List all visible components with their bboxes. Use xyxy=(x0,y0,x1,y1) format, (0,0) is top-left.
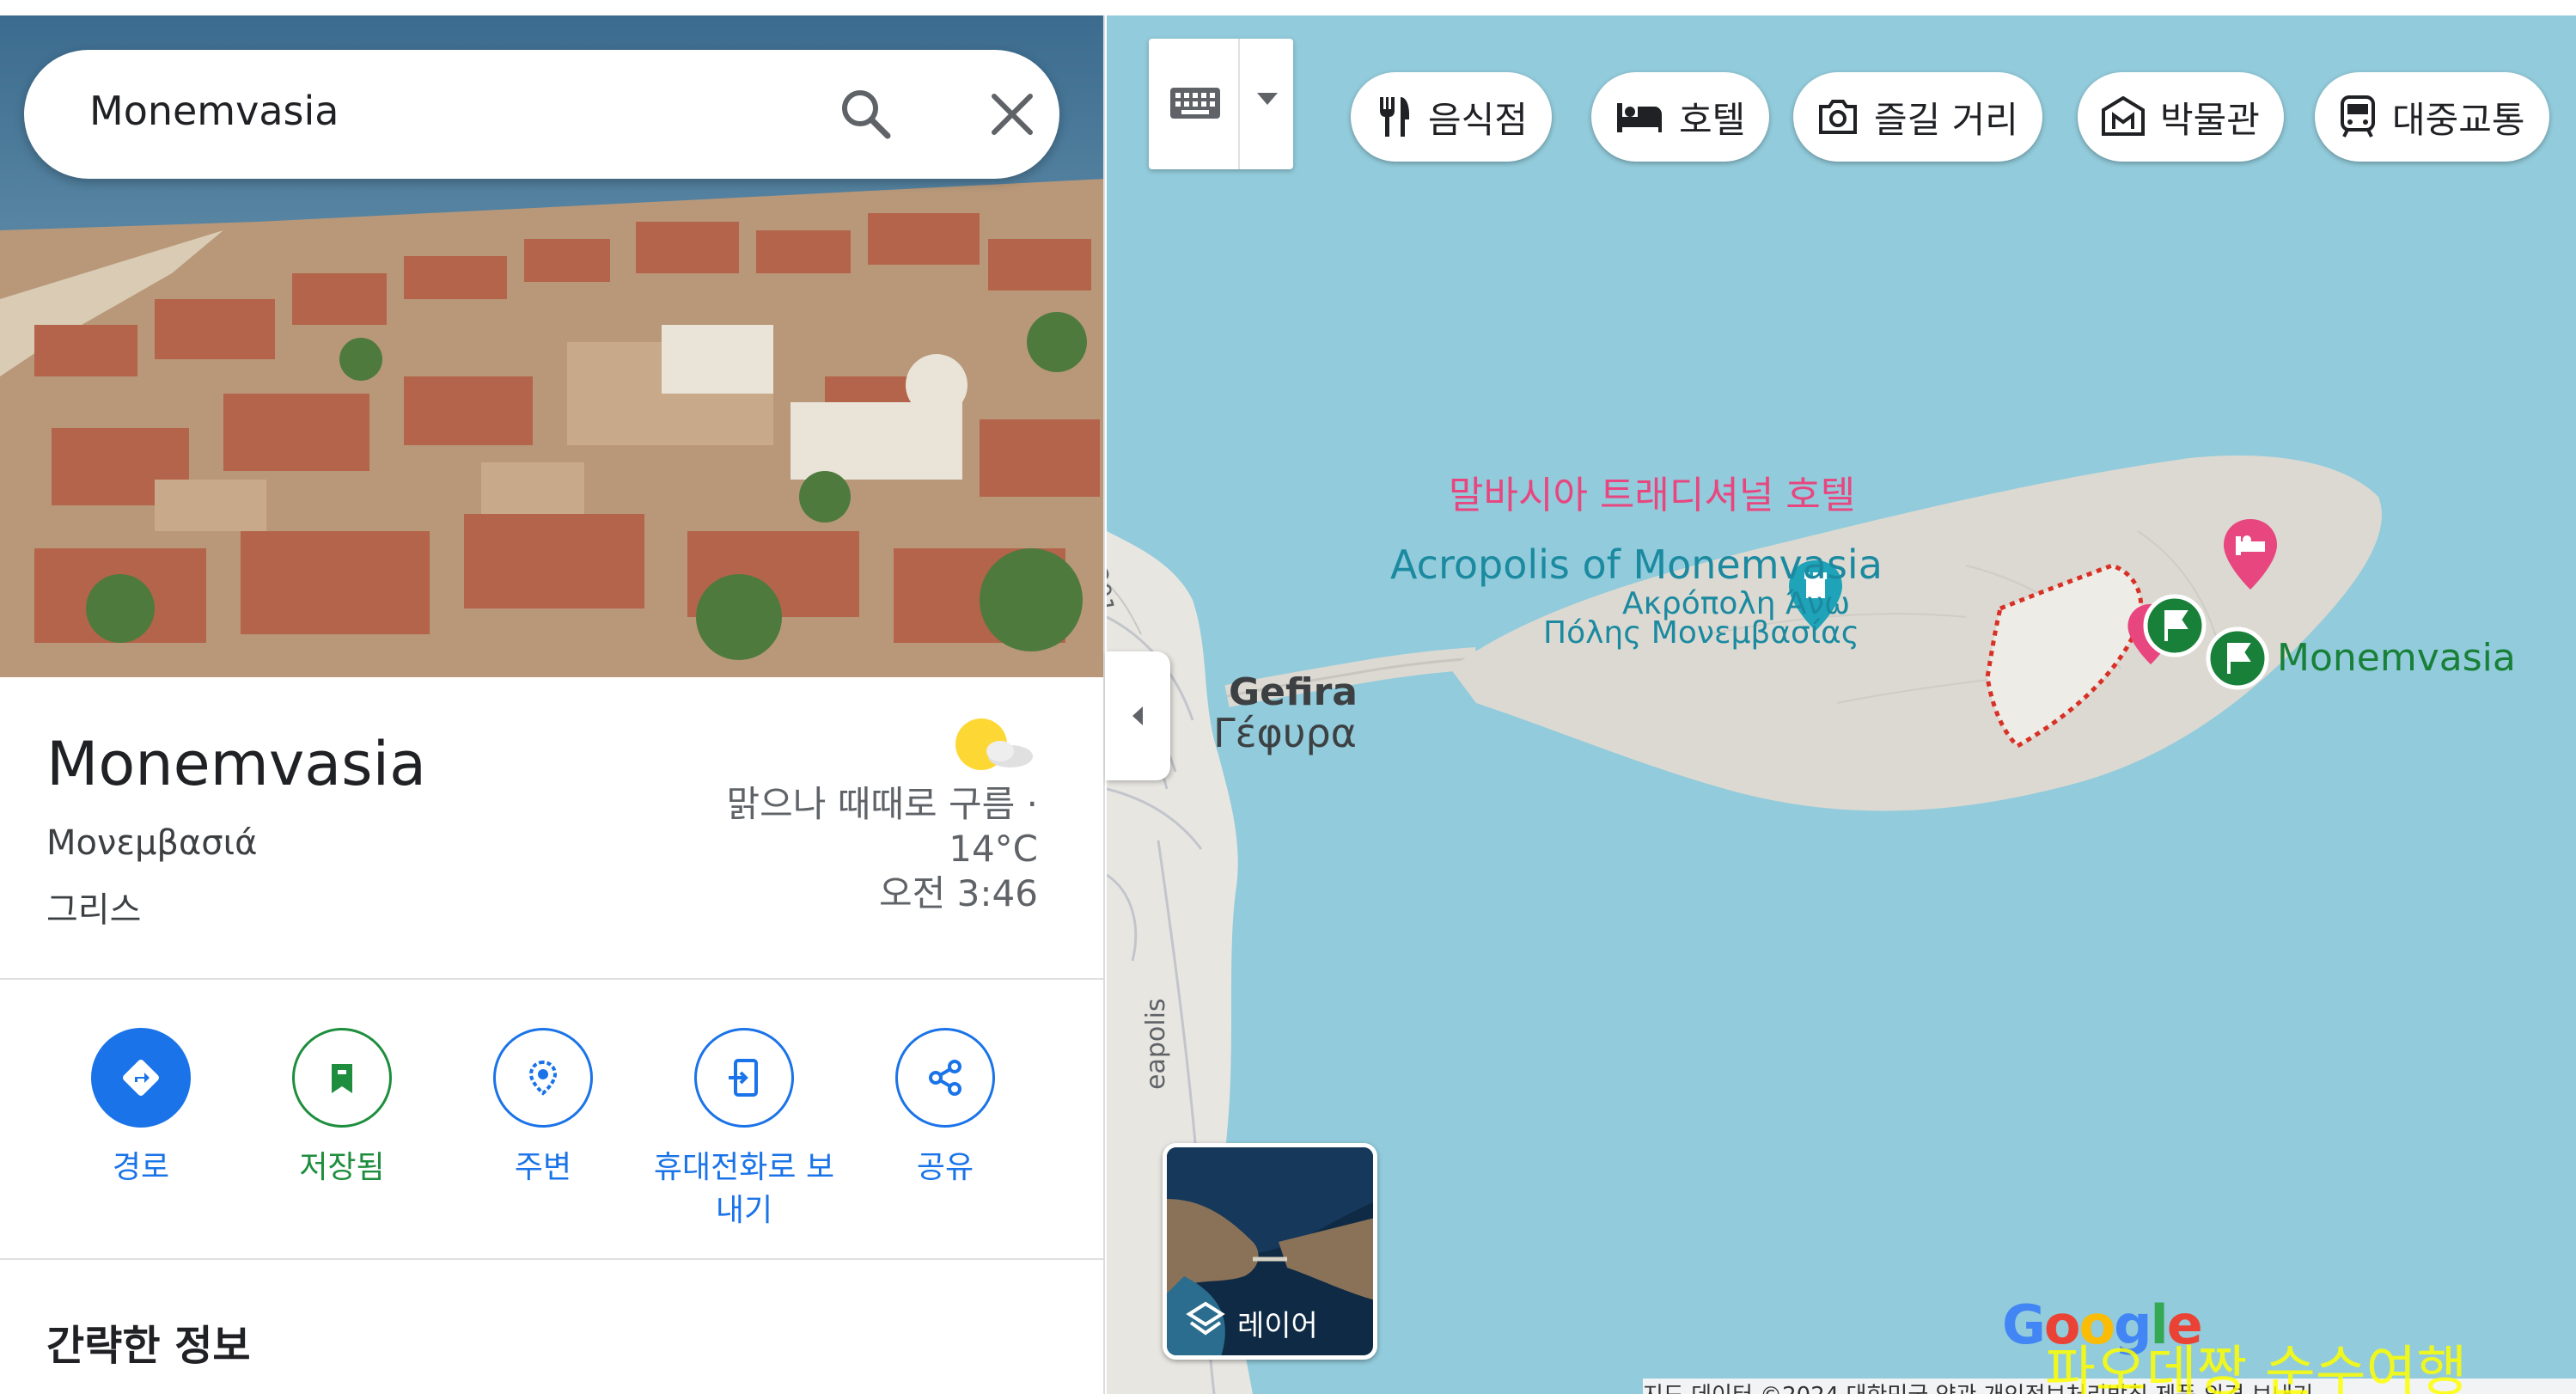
send-to-phone-button[interactable]: 휴대전화로 보 내기 xyxy=(641,1028,847,1232)
directions-icon[interactable] xyxy=(91,1028,191,1128)
nearby-label: 주변 xyxy=(514,1150,572,1185)
keyboard-icon[interactable] xyxy=(1169,87,1221,119)
monemvasia-map-label[interactable]: Monemvasia xyxy=(2277,636,2516,680)
keyboard-input-button[interactable] xyxy=(1149,39,1293,169)
acropolis-greek-label-2: Πόλης Μονεμβασίας xyxy=(1543,615,1859,651)
search-input[interactable]: Monemvasia xyxy=(89,88,339,134)
weather-condition: 맑으나 때때로 구름 · xyxy=(726,783,1038,825)
weather-time: 오전 3:46 xyxy=(879,872,1038,914)
google-logo-letter: G xyxy=(2002,1293,2046,1356)
place-local-name: Μονεμβασιά xyxy=(46,823,258,863)
nearby-button[interactable]: 주변 xyxy=(440,1028,646,1189)
chip-museums[interactable]: 박물관 xyxy=(2078,72,2284,162)
place-header: Monemvasia Μονεμβασιά 그리스 맑으나 때때로 구름 · 1… xyxy=(0,677,1103,980)
chevron-left-icon xyxy=(1132,706,1143,725)
gefira-greek-label: Γέφυρα xyxy=(1213,710,1357,756)
saved-button[interactable]: 저장됨 xyxy=(239,1028,445,1189)
send-to-phone-icon[interactable] xyxy=(694,1028,794,1128)
weather-temperature: 14°C xyxy=(949,828,1038,870)
nearby-icon[interactable] xyxy=(493,1028,593,1128)
gefira-label: Gefira xyxy=(1229,670,1358,714)
chip-transit[interactable]: 대중교통 xyxy=(2315,72,2549,162)
hotel-label[interactable]: 말바시아 트래디셔널 호텔 xyxy=(1449,464,1855,519)
saved-flag-icon[interactable] xyxy=(2142,593,2207,658)
watermark: 파오데짱 순수여행 xyxy=(2045,1341,2468,1394)
send-to-phone-label-line1: 휴대전화로 보 xyxy=(653,1150,835,1185)
share-button[interactable]: 공유 xyxy=(842,1028,1048,1189)
saved-flag-icon[interactable] xyxy=(2205,626,2270,691)
chip-restaurants-label: 음식점 xyxy=(1428,98,1528,141)
close-icon[interactable] xyxy=(982,84,1042,144)
search-icon[interactable] xyxy=(836,84,896,144)
divider xyxy=(1238,39,1240,169)
chip-things-to-do-label: 즐길 거리 xyxy=(1874,98,2018,141)
saved-label: 저장됨 xyxy=(299,1150,385,1185)
chip-restaurants[interactable]: 음식점 xyxy=(1351,72,1552,162)
transit-icon xyxy=(2341,95,2375,138)
hotel-marker-icon[interactable] xyxy=(2220,516,2280,593)
collapse-panel-button[interactable] xyxy=(1105,651,1170,780)
chevron-down-icon[interactable] xyxy=(1255,90,1279,107)
layers-button[interactable]: 레이어 xyxy=(1163,1143,1377,1360)
send-to-phone-label: 휴대전화로 보 내기 xyxy=(641,1146,847,1232)
partly-sunny-icon xyxy=(952,712,1038,780)
chip-hotels-label: 호텔 xyxy=(1679,98,1746,141)
weather-info: 맑으나 때때로 구름 · 14°C 오전 3:46 xyxy=(726,782,1038,916)
share-label: 공유 xyxy=(916,1150,974,1185)
summary-heading: 간략한 정보 xyxy=(46,1322,251,1370)
search-box[interactable]: Monemvasia xyxy=(24,50,1059,179)
action-buttons: 경로 저장됨 주변 휴대전화로 보 내기 공유 xyxy=(0,980,1103,1260)
museum-icon xyxy=(2102,96,2145,136)
share-icon[interactable] xyxy=(895,1028,995,1128)
directions-label: 경로 xyxy=(112,1150,170,1185)
restaurant-icon xyxy=(1380,97,1409,137)
send-to-phone-label-line2: 내기 xyxy=(715,1193,773,1228)
place-country: 그리스 xyxy=(46,890,142,930)
place-title: Monemvasia xyxy=(46,729,426,799)
directions-button[interactable]: 경로 xyxy=(38,1028,244,1189)
top-strip xyxy=(0,0,2576,15)
road-label: eapolis xyxy=(1141,998,1171,1090)
chip-hotels[interactable]: 호텔 xyxy=(1591,72,1770,162)
chip-things-to-do[interactable]: 즐길 거리 xyxy=(1793,72,2042,162)
place-panel: Monemvasia Monemvasia Μονεμβασιά 그리스 맑으나… xyxy=(0,15,1105,1394)
layers-icon xyxy=(1186,1301,1225,1336)
chip-museums-label: 박물관 xyxy=(2160,98,2260,141)
acropolis-label[interactable]: Acropolis of Monemvasia xyxy=(1390,541,1883,588)
chip-transit-label: 대중교통 xyxy=(2392,98,2525,141)
layers-label: 레이어 xyxy=(1237,1309,1318,1343)
camera-icon xyxy=(1819,100,1857,134)
hotel-icon xyxy=(1617,103,1662,132)
bookmark-icon[interactable] xyxy=(292,1028,392,1128)
